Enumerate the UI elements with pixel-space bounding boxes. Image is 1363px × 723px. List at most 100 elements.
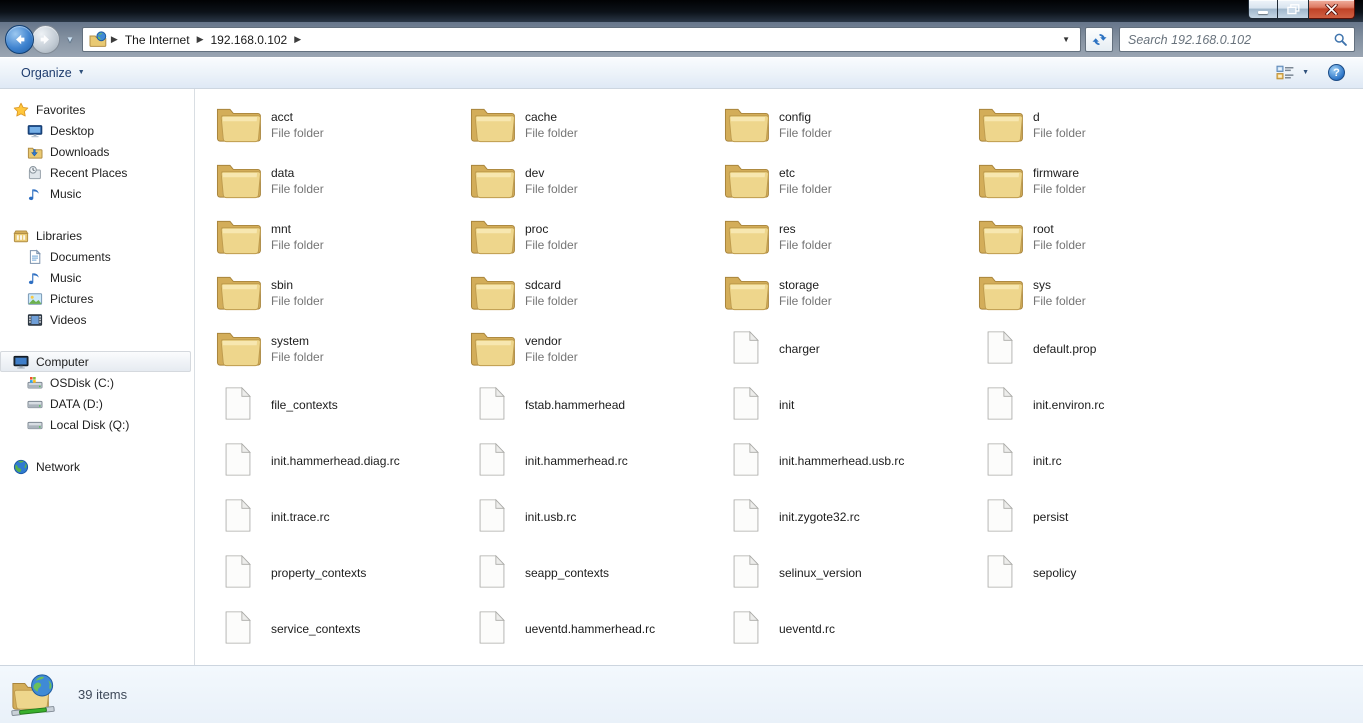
tile-text: default.prop: [1033, 341, 1096, 357]
file-subtitle: File folder: [525, 125, 578, 141]
file-tile[interactable]: selinux_version: [722, 545, 972, 601]
folder-tile[interactable]: acct File folder: [214, 97, 464, 153]
music-note-icon: [27, 186, 43, 202]
folder-icon: [470, 328, 515, 371]
folder-tile[interactable]: proc File folder: [468, 209, 718, 265]
folder-tile[interactable]: d File folder: [976, 97, 1226, 153]
sidebar-section-favorites[interactable]: Favorites: [0, 99, 194, 120]
file-tile[interactable]: init.hammerhead.usb.rc: [722, 433, 972, 489]
file-subtitle: File folder: [779, 125, 832, 141]
tile-icon-box: [722, 157, 770, 205]
file-tile[interactable]: fstab.hammerhead: [468, 377, 718, 433]
address-bar[interactable]: ▶ The Internet ▶ 192.168.0.102 ▶ ▼: [82, 27, 1081, 52]
file-tile[interactable]: init.trace.rc: [214, 489, 464, 545]
organize-button[interactable]: Organize ▼: [12, 63, 94, 83]
breadcrumb-the-internet[interactable]: The Internet: [118, 33, 197, 47]
folder-tile[interactable]: firmware File folder: [976, 153, 1226, 209]
file-tile[interactable]: ueventd.rc: [722, 601, 972, 657]
breadcrumb-host[interactable]: 192.168.0.102: [203, 33, 294, 47]
minimize-button[interactable]: [1248, 0, 1278, 19]
sidebar-item-local-disk-q[interactable]: Local Disk (Q:): [0, 414, 194, 435]
file-name: init.zygote32.rc: [779, 509, 860, 525]
file-tile[interactable]: init.zygote32.rc: [722, 489, 972, 545]
file-tile[interactable]: file_contexts: [214, 377, 464, 433]
tile-text: init.hammerhead.rc: [525, 453, 628, 469]
sidebar-item-documents[interactable]: Documents: [0, 246, 194, 267]
tile-icon-box: [976, 157, 1024, 205]
folder-icon: [470, 216, 515, 259]
file-tile[interactable]: charger: [722, 321, 972, 377]
file-tile[interactable]: property_contexts: [214, 545, 464, 601]
file-subtitle: File folder: [271, 237, 324, 253]
sidebar-item-recent-places[interactable]: Recent Places: [0, 162, 194, 183]
folder-tile[interactable]: sdcard File folder: [468, 265, 718, 321]
file-name: file_contexts: [271, 397, 338, 413]
file-icon: [478, 441, 506, 481]
folder-tile[interactable]: sbin File folder: [214, 265, 464, 321]
window-controls: [1248, 0, 1355, 19]
tile-text: cache File folder: [525, 109, 578, 141]
sidebar-section-computer[interactable]: Computer: [0, 351, 191, 372]
sidebar-item-desktop[interactable]: Desktop: [0, 120, 194, 141]
sidebar-item-music-favorite[interactable]: Music: [0, 183, 194, 204]
folder-tile[interactable]: root File folder: [976, 209, 1226, 265]
folder-tile[interactable]: etc File folder: [722, 153, 972, 209]
recent-pages-dropdown[interactable]: ▼: [60, 35, 78, 44]
change-view-button[interactable]: ▼: [1273, 63, 1312, 83]
close-button[interactable]: [1309, 0, 1355, 19]
search-icon[interactable]: [1333, 32, 1348, 47]
folder-tile[interactable]: vendor File folder: [468, 321, 718, 377]
sidebar-section-libraries[interactable]: Libraries: [0, 225, 194, 246]
folder-tile[interactable]: config File folder: [722, 97, 972, 153]
file-tile[interactable]: sepolicy: [976, 545, 1226, 601]
file-tile[interactable]: init: [722, 377, 972, 433]
file-tile[interactable]: ueventd.hammerhead.rc: [468, 601, 718, 657]
folder-tile[interactable]: res File folder: [722, 209, 972, 265]
folder-tile[interactable]: cache File folder: [468, 97, 718, 153]
file-tile[interactable]: default.prop: [976, 321, 1226, 377]
file-tile[interactable]: init.rc: [976, 433, 1226, 489]
refresh-button[interactable]: [1085, 27, 1113, 52]
file-tile[interactable]: seapp_contexts: [468, 545, 718, 601]
folder-tile[interactable]: data File folder: [214, 153, 464, 209]
address-dropdown[interactable]: ▼: [1057, 35, 1075, 44]
sidebar-item-pictures[interactable]: Pictures: [0, 288, 194, 309]
folder-tile[interactable]: mnt File folder: [214, 209, 464, 265]
help-button[interactable]: ?: [1328, 64, 1345, 81]
file-name: service_contexts: [271, 621, 360, 637]
file-name: sbin: [271, 277, 324, 293]
folder-tile[interactable]: sys File folder: [976, 265, 1226, 321]
back-button[interactable]: [5, 25, 34, 54]
search-input[interactable]: [1126, 32, 1333, 48]
file-tile[interactable]: init.hammerhead.rc: [468, 433, 718, 489]
file-tile[interactable]: service_contexts: [214, 601, 464, 657]
file-name: mnt: [271, 221, 324, 237]
file-subtitle: File folder: [525, 181, 578, 197]
file-subtitle: File folder: [1033, 181, 1086, 197]
file-icon: [732, 441, 760, 481]
file-tile[interactable]: init.usb.rc: [468, 489, 718, 545]
file-name: config: [779, 109, 832, 125]
tile-text: res File folder: [779, 221, 832, 253]
sidebar-item-downloads[interactable]: Downloads: [0, 141, 194, 162]
sidebar-section-network[interactable]: Network: [0, 456, 194, 477]
folder-tile[interactable]: dev File folder: [468, 153, 718, 209]
os-drive-icon: [27, 375, 43, 391]
tile-text: system File folder: [271, 333, 324, 365]
forward-button[interactable]: [31, 25, 60, 54]
file-subtitle: File folder: [271, 125, 324, 141]
sidebar-item-data-d[interactable]: DATA (D:): [0, 393, 194, 414]
sidebar-item-osdisk-c[interactable]: OSDisk (C:): [0, 372, 194, 393]
maximize-button[interactable]: [1278, 0, 1309, 19]
folder-tile[interactable]: storage File folder: [722, 265, 972, 321]
file-tile[interactable]: init.environ.rc: [976, 377, 1226, 433]
tile-icon-box: [214, 381, 262, 429]
sidebar-item-music-library[interactable]: Music: [0, 267, 194, 288]
folder-icon: [724, 160, 769, 203]
tile-icon-box: [976, 381, 1024, 429]
tile-text: firmware File folder: [1033, 165, 1086, 197]
file-tile[interactable]: init.hammerhead.diag.rc: [214, 433, 464, 489]
folder-tile[interactable]: system File folder: [214, 321, 464, 377]
sidebar-item-videos[interactable]: Videos: [0, 309, 194, 330]
file-tile[interactable]: persist: [976, 489, 1226, 545]
